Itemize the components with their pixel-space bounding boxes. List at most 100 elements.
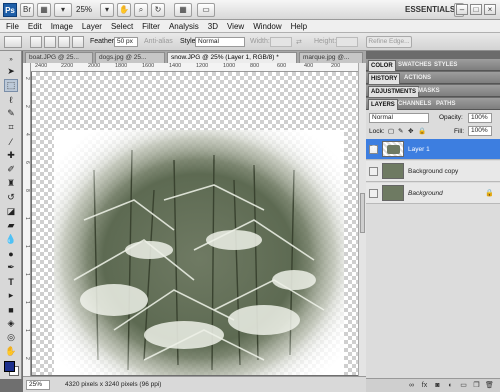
zoom-tool-icon[interactable]: ⌕ (134, 3, 148, 17)
blur-tool-icon[interactable]: 💧 (4, 233, 18, 246)
menu-file[interactable]: File (6, 22, 19, 31)
menu-window[interactable]: Window (253, 22, 281, 31)
new-group-icon[interactable]: ▭ (459, 381, 468, 390)
tool-preset-picker[interactable] (4, 36, 22, 48)
menu-layer[interactable]: Layer (82, 22, 102, 31)
add-to-selection-icon[interactable] (44, 36, 56, 48)
screen-mode-button[interactable]: ▭ (197, 3, 215, 17)
hand-tool-icon[interactable]: ✋ (4, 345, 18, 358)
zoom-level[interactable]: 25% (76, 5, 92, 14)
add-mask-icon[interactable]: ◙ (433, 381, 442, 390)
bridge-button[interactable]: Br (20, 3, 34, 17)
eyedropper-tool-icon[interactable]: ⁄ (4, 135, 18, 148)
feather-input[interactable]: 50 px (114, 37, 138, 47)
move-tool-icon[interactable]: ➤ (4, 65, 18, 78)
brush-tool-icon[interactable]: ✐ (4, 163, 18, 176)
maximize-icon[interactable]: □ (470, 4, 482, 15)
mini-bridge-button[interactable]: ▦ (37, 3, 51, 17)
delete-layer-icon[interactable]: 🗑 (485, 381, 494, 390)
menu-filter[interactable]: Filter (142, 22, 160, 31)
adjustment-layer-icon[interactable]: ◐ (446, 381, 455, 390)
vertical-ruler[interactable]: 2 2 4 6 8 1 1 1 1 1 2 (23, 63, 31, 376)
3d-rotate-tool-icon[interactable]: ◈ (4, 317, 18, 330)
tab-layers[interactable]: LAYERS (368, 99, 398, 110)
menu-analysis[interactable]: Analysis (169, 22, 199, 31)
anti-alias-checkbox[interactable]: Anti-alias (144, 38, 173, 45)
tab-channels[interactable]: CHANNELS (396, 99, 433, 110)
scrollbar-thumb[interactable] (360, 193, 365, 233)
tab-adjustments[interactable]: ADJUSTMENTS (368, 86, 420, 97)
tab-color[interactable]: COLOR (368, 60, 396, 71)
menu-select[interactable]: Select (111, 22, 133, 31)
close-icon[interactable]: × (484, 4, 496, 15)
document-info[interactable]: 4320 pixels x 3240 pixels (96 ppi) (65, 381, 161, 388)
quick-select-tool-icon[interactable]: ✎ (4, 107, 18, 120)
visibility-eye-icon[interactable] (369, 167, 378, 176)
menu-view[interactable]: View (227, 22, 244, 31)
marquee-tool-icon[interactable]: ⬚ (4, 79, 18, 92)
history-brush-tool-icon[interactable]: ↺ (4, 191, 18, 204)
tab-swatches[interactable]: SWATCHES (396, 60, 434, 71)
type-tool-icon[interactable]: T (4, 275, 18, 288)
layer-name[interactable]: Background copy (408, 168, 458, 175)
foreground-color-swatch[interactable] (4, 361, 15, 372)
rotate-view-icon[interactable]: ↻ (151, 3, 165, 17)
dodge-tool-icon[interactable]: ● (4, 247, 18, 260)
subtract-from-selection-icon[interactable] (58, 36, 70, 48)
blend-mode-select[interactable]: Normal (369, 113, 429, 123)
tab-boat[interactable]: boat.JPG @ 25... (25, 52, 93, 63)
horizontal-ruler[interactable]: 2400 2200 2000 1800 1600 1400 1200 1000 … (31, 63, 358, 72)
visibility-eye-icon[interactable] (369, 189, 378, 198)
eraser-tool-icon[interactable]: ◪ (4, 205, 18, 218)
layer-name[interactable]: Layer 1 (408, 146, 430, 153)
document-canvas[interactable] (32, 72, 358, 375)
new-layer-icon[interactable]: ❐ (472, 381, 481, 390)
layer-style-icon[interactable]: fx (420, 381, 429, 390)
hand-tool-icon[interactable]: ✋ (117, 3, 131, 17)
minimize-icon[interactable]: – (456, 4, 468, 15)
height-input[interactable] (336, 37, 358, 47)
menu-image[interactable]: Image (51, 22, 73, 31)
fill-input[interactable]: 100% (468, 126, 492, 136)
lasso-tool-icon[interactable]: ℓ (4, 93, 18, 106)
tab-history[interactable]: HISTORY (368, 73, 401, 84)
layer-row[interactable]: 👁 Layer 1 (366, 139, 500, 160)
crop-tool-icon[interactable]: ⌗ (4, 121, 18, 134)
layer-name[interactable]: Background (408, 190, 443, 197)
opacity-input[interactable]: 100% (468, 113, 492, 123)
path-selection-tool-icon[interactable]: ▸ (4, 289, 18, 302)
swap-dimensions-icon[interactable]: ⇄ (296, 38, 302, 46)
tab-dogs[interactable]: dogs.jpg @ 25... (95, 52, 165, 63)
refine-edge-button[interactable]: Refine Edge... (366, 36, 412, 48)
gradient-tool-icon[interactable]: ▰ (4, 219, 18, 232)
layer-row[interactable]: Background 🔒 (366, 183, 500, 204)
tab-masks[interactable]: MASKS (416, 86, 442, 97)
tab-snow[interactable]: snow.JPG @ 25% (Layer 1, RGB/8) * (167, 52, 297, 63)
visibility-eye-icon[interactable]: 👁 (369, 145, 378, 154)
link-layers-icon[interactable]: ∞ (407, 381, 416, 390)
pen-tool-icon[interactable]: ✒ (4, 261, 18, 274)
tab-paths[interactable]: PATHS (434, 99, 457, 110)
photoshop-logo[interactable]: Ps (3, 3, 17, 17)
lock-position-icon[interactable]: ✥ (408, 127, 413, 135)
tab-marque[interactable]: marque.jpg @... (299, 52, 363, 63)
intersect-selection-icon[interactable] (72, 36, 84, 48)
lock-all-icon[interactable]: 🔒 (418, 127, 426, 135)
vertical-scrollbar[interactable] (358, 63, 366, 376)
menu-3d[interactable]: 3D (208, 22, 218, 31)
menu-edit[interactable]: Edit (28, 22, 42, 31)
workspace-switcher[interactable]: ESSENTIALS (405, 5, 455, 14)
clone-stamp-tool-icon[interactable]: ♜ (4, 177, 18, 190)
zoom-dropdown[interactable]: ▾ (100, 3, 114, 17)
new-selection-icon[interactable] (30, 36, 42, 48)
arrange-documents-button[interactable]: ▦ (174, 3, 192, 17)
width-input[interactable] (270, 37, 292, 47)
shape-tool-icon[interactable]: ■ (4, 303, 18, 316)
lock-image-icon[interactable]: ✎ (398, 127, 403, 135)
layer-row[interactable]: Background copy (366, 161, 500, 182)
tab-actions[interactable]: ACTIONS (402, 73, 433, 84)
healing-brush-tool-icon[interactable]: ✚ (4, 149, 18, 162)
lock-transparent-icon[interactable]: ▢ (388, 127, 394, 135)
zoom-field[interactable]: 25% (26, 380, 50, 390)
view-extras-button[interactable]: ▾ (54, 3, 72, 17)
